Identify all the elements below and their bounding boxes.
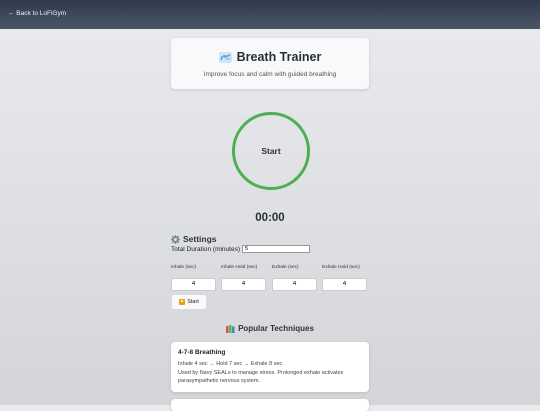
session-timer: 00:00 [255, 212, 285, 224]
technique-description: Used by Navy SEALs to manage stress. Pro… [178, 370, 344, 384]
popular-techniques-title: Popular Techniques [238, 324, 314, 333]
breathing-circle-start-button[interactable]: Start [232, 112, 310, 190]
technique-card[interactable]: 4-7-8 Breathing Inhale 4 sec → Hold 7 se… [171, 342, 369, 392]
technique-card-partial[interactable] [171, 399, 369, 411]
gear-icon [171, 234, 180, 244]
settings-title: Settings [183, 234, 217, 244]
technique-steps: Inhale 4 sec → Hold 7 sec → Exhale 8 sec [178, 361, 283, 367]
inhale-hold-label: Inhale Hold (sec) [221, 265, 258, 270]
duration-input[interactable] [242, 245, 310, 253]
inhale-hold-input[interactable] [221, 277, 266, 291]
inhale-input[interactable] [171, 277, 216, 291]
books-icon [226, 324, 235, 333]
top-nav-bar: ← Back to LoFiGym [0, 0, 540, 29]
header-card: Breath Trainer Improve focus and calm wi… [171, 38, 369, 89]
back-to-lofigym-link[interactable]: ← Back to LoFiGym [8, 10, 66, 17]
exhale-input[interactable] [272, 277, 317, 291]
start-button[interactable]: Start [171, 294, 207, 310]
exhale-hold-input[interactable] [322, 277, 367, 291]
inhale-label: Inhale (sec) [171, 265, 197, 270]
technique-name: 4-7-8 Breathing [178, 349, 226, 356]
inhale-field: Inhale (sec) [171, 265, 216, 291]
exhale-hold-label: Exhale Hold (sec) [322, 265, 360, 270]
popular-techniques-heading: Popular Techniques [0, 324, 540, 333]
duration-label: Total Duration (minutes) [171, 245, 240, 253]
breathing-circle-label: Start [261, 146, 281, 156]
page-title: Breath Trainer [236, 50, 322, 64]
start-button-label: Start [187, 299, 199, 305]
lungs-icon [218, 51, 232, 63]
exhale-label: Exhale (sec) [272, 265, 299, 270]
exhale-field: Exhale (sec) [272, 265, 317, 291]
inhale-hold-field: Inhale Hold (sec) [221, 265, 266, 291]
duration-row: Total Duration (minutes) [171, 245, 310, 253]
exhale-hold-field: Exhale Hold (sec) [322, 265, 367, 291]
page-title-row: Breath Trainer [171, 50, 369, 64]
settings-heading: Settings [171, 234, 217, 244]
page-subtitle: Improve focus and calm with guided breat… [203, 71, 337, 78]
play-icon [179, 299, 186, 305]
